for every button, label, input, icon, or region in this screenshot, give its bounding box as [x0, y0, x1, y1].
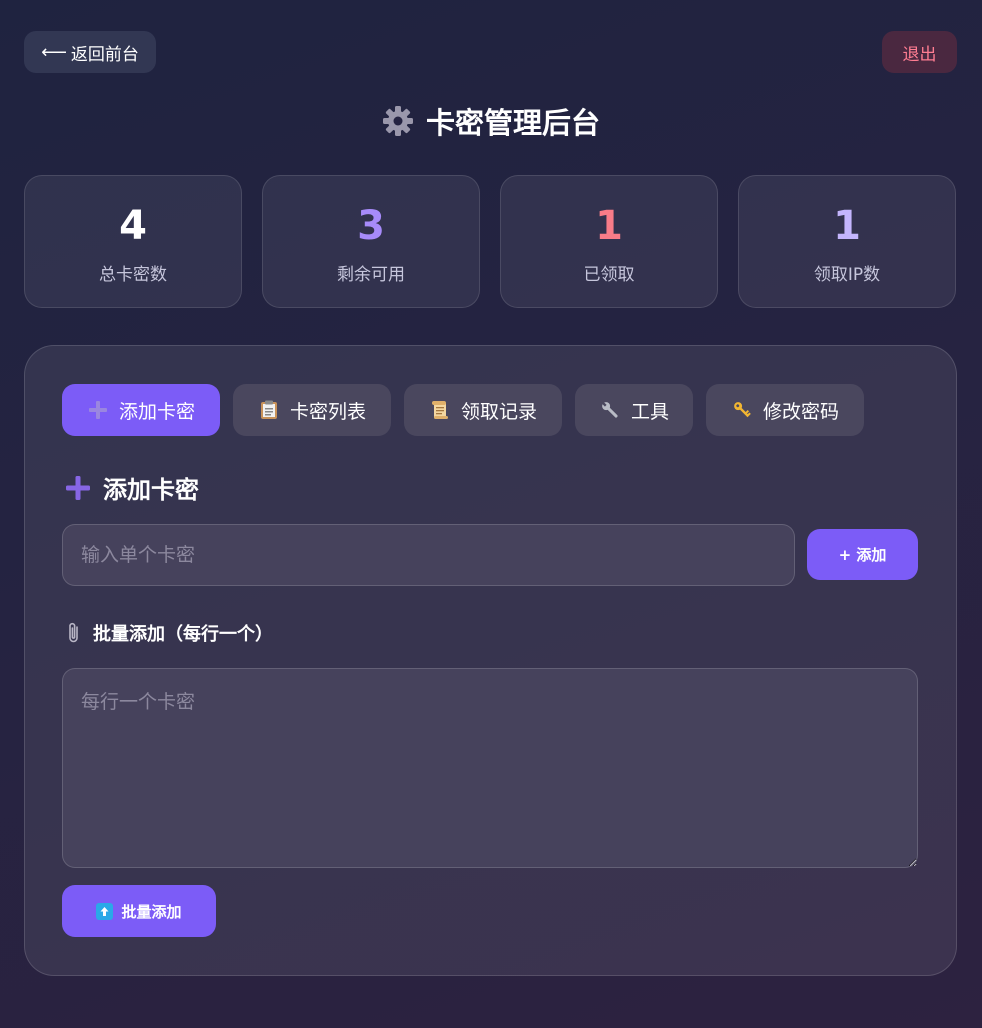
stat-card-remaining: 3 剩余可用	[262, 175, 480, 308]
section-title-text: 添加卡密	[103, 476, 199, 504]
stats-row: 4 总卡密数 3 剩余可用 1 已领取 1 领取IP数	[24, 175, 956, 308]
up-arrow-icon	[96, 902, 114, 920]
batch-add-label: 批量添加（每行一个）	[65, 620, 273, 646]
stat-label: 已领取	[583, 265, 635, 285]
stat-label: 剩余可用	[337, 265, 405, 285]
tab-add-card[interactable]: 添加卡密	[62, 384, 220, 436]
batch-add-button[interactable]: 批量添加	[62, 885, 216, 937]
tab-tools[interactable]: 工具	[575, 384, 693, 436]
tab-bar: 添加卡密 卡密列表 领取记录 工具 修改密码	[62, 384, 864, 436]
paperclip-icon	[69, 622, 78, 643]
tab-claim-records[interactable]: 领取记录	[404, 384, 562, 436]
tab-change-password[interactable]: 修改密码	[706, 384, 864, 436]
plus-icon	[66, 475, 90, 500]
batch-add-button-label: 批量添加	[121, 902, 182, 921]
tab-card-list[interactable]: 卡密列表	[233, 384, 391, 436]
wrench-icon	[599, 399, 621, 421]
key-icon	[731, 399, 753, 421]
stat-card-ip-count: 1 领取IP数	[738, 175, 956, 308]
tab-label: 领取记录	[460, 400, 537, 423]
back-to-frontend-button[interactable]: ⟵ 返回前台	[24, 31, 156, 73]
stat-value: 1	[595, 203, 623, 249]
stat-card-total: 4 总卡密数	[24, 175, 242, 308]
stat-value: 3	[357, 203, 385, 249]
batch-add-label-text: 批量添加（每行一个）	[93, 624, 273, 645]
tab-label: 添加卡密	[118, 400, 195, 423]
tab-label: 卡密列表	[289, 400, 366, 423]
stat-value: 1	[833, 203, 861, 249]
stat-label: 总卡密数	[99, 265, 167, 285]
main-panel: 添加卡密 卡密列表 领取记录 工具 修改密码 添加卡密 输入单个卡密 + 添加 …	[24, 345, 957, 976]
stat-value: 4	[119, 203, 147, 249]
scroll-icon	[429, 399, 451, 421]
add-button[interactable]: + 添加	[807, 529, 918, 580]
tab-label: 修改密码	[762, 400, 839, 423]
arrow-left-icon: ⟵	[41, 41, 67, 63]
logout-button[interactable]: 退出	[882, 31, 957, 73]
gear-icon	[382, 106, 413, 136]
tab-label: 工具	[630, 400, 669, 423]
logout-button-label: 退出	[902, 44, 937, 65]
back-button-label: 返回前台	[70, 44, 139, 65]
top-bar: ⟵ 返回前台 退出	[24, 31, 957, 73]
add-button-label: + 添加	[838, 546, 887, 564]
section-title: 添加卡密	[65, 470, 199, 505]
page-title-text: 卡密管理后台	[425, 106, 600, 140]
single-card-input[interactable]	[62, 524, 795, 586]
batch-card-textarea[interactable]	[62, 668, 918, 868]
stat-label: 领取IP数	[813, 265, 881, 285]
plus-icon	[87, 399, 109, 421]
page-title: 卡密管理后台	[0, 100, 982, 142]
stat-card-claimed: 1 已领取	[500, 175, 718, 308]
clipboard-icon	[258, 399, 280, 421]
